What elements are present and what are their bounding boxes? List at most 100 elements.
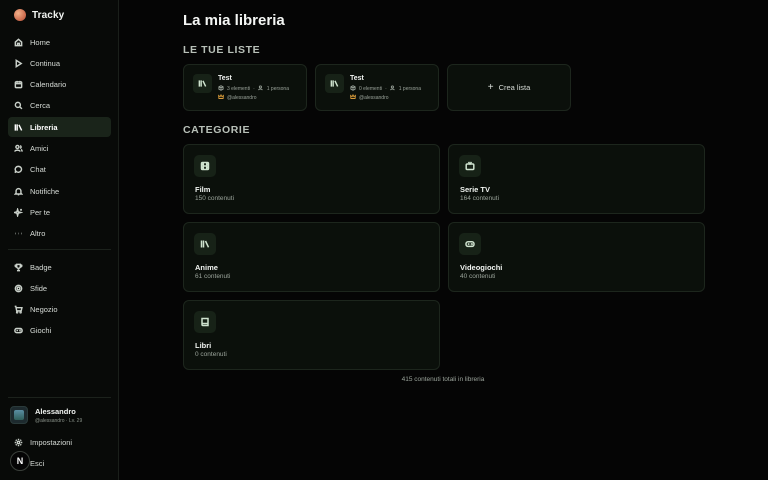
category-card-film[interactable]: Film 150 contenuti (183, 144, 440, 214)
gamepad-icon (14, 326, 23, 335)
sidebar-item-amici[interactable]: Amici (8, 138, 111, 158)
category-count: 164 contenuti (460, 195, 500, 202)
user-profile[interactable]: Alessandro @alessandro · Lv. 29 (10, 406, 82, 424)
sidebar-item-badge[interactable]: Badge (8, 257, 111, 277)
sidebar-item-per-te[interactable]: Per te (8, 202, 111, 222)
category-name: Anime (195, 263, 218, 272)
library-icon (325, 74, 344, 93)
list-owner: @alessandro (218, 93, 257, 102)
list-card[interactable]: Test 0 elementi · 1 persona @alessandro (315, 64, 439, 111)
sidebar-item-label: Negozio (30, 305, 58, 315)
category-count: 40 contenuti (460, 273, 496, 280)
category-count: 0 contenuti (195, 351, 227, 358)
library-icon (193, 74, 212, 93)
gamepad-icon (459, 233, 481, 255)
gear-icon (14, 438, 23, 447)
tv-icon (459, 155, 481, 177)
list-owner-name: @alessandro (359, 95, 389, 101)
category-count: 150 contenuti (195, 195, 235, 202)
list-item-count: 3 elementi (227, 86, 251, 92)
bell-icon (14, 187, 23, 196)
list-card[interactable]: Test 3 elementi · 1 persona @alessandro (183, 64, 307, 111)
main-nav: Home Continua Calendario Cerca Libreria … (8, 32, 111, 245)
cart-icon (14, 305, 23, 314)
user-meta: @alessandro · Lv. 29 (35, 417, 83, 424)
sidebar-item-cerca[interactable]: Cerca (8, 96, 111, 116)
meta-separator: · (385, 86, 387, 92)
category-card-videogiochi[interactable]: Videogiochi 40 contenuti (448, 222, 705, 292)
trophy-icon (14, 263, 23, 272)
list-owner: @alessandro (350, 93, 389, 102)
category-card-libri[interactable]: Libri 0 contenuti (183, 300, 440, 370)
app-logo (14, 9, 26, 21)
sidebar-item-label: Impostazioni (30, 437, 73, 447)
brand[interactable]: Tracky (14, 9, 64, 21)
sidebar-item-libreria[interactable]: Libreria (8, 117, 111, 138)
sidebar-item-label: Libreria (30, 122, 58, 132)
page-title: La mia libreria (183, 12, 285, 29)
category-count: 61 contenuti (195, 273, 231, 280)
box-icon (218, 85, 224, 93)
sidebar-item-notifiche[interactable]: Notifiche (8, 181, 111, 201)
sidebar-item-continua[interactable]: Continua (8, 53, 111, 73)
sidebar-item-label: Chat (30, 165, 46, 175)
chat-icon (14, 165, 23, 174)
sidebar-item-label: Amici (30, 143, 49, 153)
extra-nav: Badge Sfide Negozio Giochi (8, 257, 111, 342)
category-name: Libri (195, 341, 212, 350)
list-members: 1 persona (266, 86, 289, 92)
list-meta: 0 elementi · 1 persona (350, 85, 421, 93)
category-card-anime[interactable]: Anime 61 contenuti (183, 222, 440, 292)
create-list-label: Crea lista (498, 83, 531, 92)
sidebar-item-label: Badge (30, 262, 52, 272)
sidebar-item-label: Sfide (30, 283, 48, 293)
lists-section-title: LE TUE LISTE (183, 44, 261, 56)
sidebar-item-label: Home (30, 37, 51, 47)
list-name: Test (350, 75, 364, 82)
sidebar-item-label: Altro (30, 229, 46, 239)
crown-icon (218, 93, 224, 102)
sidebar-divider (8, 397, 111, 398)
home-icon (14, 37, 23, 47)
plus-icon: + (487, 81, 494, 93)
box-icon (350, 85, 356, 93)
category-name: Film (195, 185, 211, 194)
sidebar-item-calendario[interactable]: Calendario (8, 75, 111, 95)
list-item-count: 0 elementi (359, 86, 383, 92)
sidebar-item-sfide[interactable]: Sfide (8, 278, 111, 298)
app-name: Tracky (32, 9, 65, 21)
sparkles-icon (14, 207, 23, 217)
sidebar-item-giochi[interactable]: Giochi (8, 321, 111, 341)
target-icon (14, 284, 23, 293)
sidebar-item-impostazioni[interactable]: Impostazioni (8, 432, 111, 452)
list-owner-name: @alessandro (227, 95, 257, 101)
sidebar-item-label: Cerca (30, 101, 51, 111)
film-icon (194, 155, 216, 177)
sidebar-item-home[interactable]: Home (8, 32, 111, 52)
create-list-button[interactable]: + Crea lista (447, 64, 571, 111)
avatar (10, 406, 28, 424)
library-icon (194, 233, 216, 255)
category-name: Serie TV (460, 185, 491, 194)
sidebar: Tracky Home Continua Calendario Cerca Li… (0, 0, 119, 480)
list-meta: 3 elementi · 1 persona (218, 85, 289, 93)
sidebar-item-altro[interactable]: Altro (8, 224, 111, 244)
sidebar-item-label: Giochi (30, 326, 52, 336)
users-icon (257, 85, 264, 93)
users-icon (389, 85, 396, 93)
list-members: 1 persona (398, 86, 421, 92)
meta-separator: · (253, 86, 255, 92)
sidebar-item-chat[interactable]: Chat (8, 160, 111, 180)
category-card-serie-tv[interactable]: Serie TV 164 contenuti (448, 144, 705, 214)
search-icon (14, 101, 23, 110)
library-icon (14, 123, 23, 132)
sidebar-item-label: Notifiche (30, 186, 60, 196)
sidebar-item-label: Esci (30, 458, 45, 468)
calendar-icon (14, 80, 23, 89)
sidebar-item-negozio[interactable]: Negozio (8, 300, 111, 320)
library-total: 415 contenuti totali in libreria (401, 376, 485, 383)
users-icon (14, 144, 23, 153)
sidebar-divider (8, 249, 111, 250)
n-badge[interactable]: N (10, 451, 30, 471)
crown-icon (350, 93, 356, 102)
